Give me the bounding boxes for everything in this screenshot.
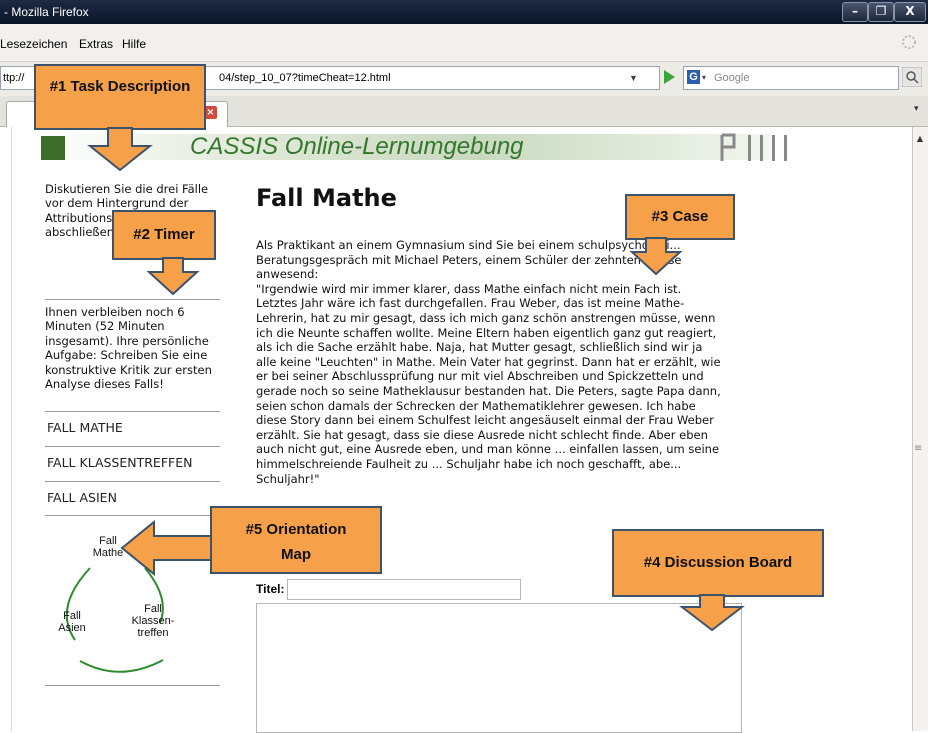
title-input[interactable]	[287, 579, 521, 600]
logo-icon	[720, 133, 787, 161]
map-node-asien[interactable]: Fall Asien	[55, 610, 89, 634]
window-title-bar: - Mozilla Firefox – ❐ X	[0, 0, 928, 24]
callout-discussion-board: #4 Discussion Board	[612, 529, 824, 597]
map-node-klassentreffen[interactable]: Fall Klassen-treffen	[125, 603, 181, 639]
case-quote: "Irgendwie wird mir immer klarer, dass M…	[256, 281, 721, 486]
divider	[45, 515, 220, 516]
menu-lesezeichen[interactable]: Lesezeichen	[0, 37, 67, 51]
callout-arrow-icon	[629, 237, 683, 276]
search-engine-dropdown-icon[interactable]: ▾	[702, 67, 706, 89]
scroll-up-icon[interactable]: ▲	[914, 134, 926, 146]
sidebar-item-fall-mathe[interactable]: FALL MATHE	[47, 420, 123, 435]
vertical-scrollbar[interactable]	[912, 127, 928, 731]
discussion-textarea[interactable]	[256, 603, 742, 733]
content-border	[11, 127, 12, 731]
case-title: Fall Mathe	[256, 184, 397, 212]
search-icon[interactable]	[902, 67, 922, 87]
menu-extras[interactable]: Extras	[79, 37, 113, 51]
header-green-block	[41, 136, 65, 160]
title-label: Titel:	[256, 582, 285, 596]
sidebar-item-fall-asien[interactable]: FALL ASIEN	[47, 490, 117, 505]
callout-case: #3 Case	[625, 194, 735, 240]
callout-arrow-icon	[679, 594, 745, 632]
divider	[45, 446, 220, 447]
divider	[45, 411, 220, 412]
sidebar-item-fall-klassentreffen[interactable]: FALL KLASSENTREFFEN	[47, 455, 192, 470]
callout-orientation-map: #5 Orientation Map	[210, 506, 382, 574]
search-input[interactable]: G ▾ Google	[683, 66, 899, 90]
divider	[45, 481, 220, 482]
callout-arrow-icon	[87, 127, 153, 172]
scroll-thumb-grip[interactable]: ≡	[914, 443, 922, 454]
close-button[interactable]: X	[894, 2, 926, 22]
url-dropdown-icon[interactable]: ▼	[629, 67, 638, 89]
callout-task-description: #1 Task Description	[34, 64, 206, 130]
url-suffix: 04/step_10_07?timeCheat=12.html	[219, 72, 391, 84]
callout-timer: #2 Timer	[112, 210, 216, 260]
menu-bar: Lesezeichen Extras Hilfe	[0, 24, 928, 62]
maximize-button[interactable]: ❐	[868, 2, 894, 22]
minimize-button[interactable]: –	[842, 2, 868, 22]
divider	[45, 299, 220, 300]
throbber-icon	[902, 35, 916, 49]
url-prefix: ttp://	[3, 72, 25, 84]
callout-arrow-icon	[120, 519, 217, 577]
site-title: CASSIS Online-Lernumgebung	[190, 133, 524, 160]
go-icon[interactable]	[660, 68, 678, 86]
timer-text: Ihnen verbleiben noch 6 Minuten (52 Minu…	[45, 305, 212, 392]
menu-hilfe[interactable]: Hilfe	[122, 37, 146, 51]
divider	[45, 685, 220, 686]
google-icon[interactable]: G	[687, 70, 700, 84]
window-title: - Mozilla Firefox	[4, 5, 89, 19]
tab-list-icon[interactable]: ▾	[914, 104, 919, 114]
search-placeholder: Google	[714, 72, 750, 84]
callout-arrow-icon	[146, 257, 200, 296]
